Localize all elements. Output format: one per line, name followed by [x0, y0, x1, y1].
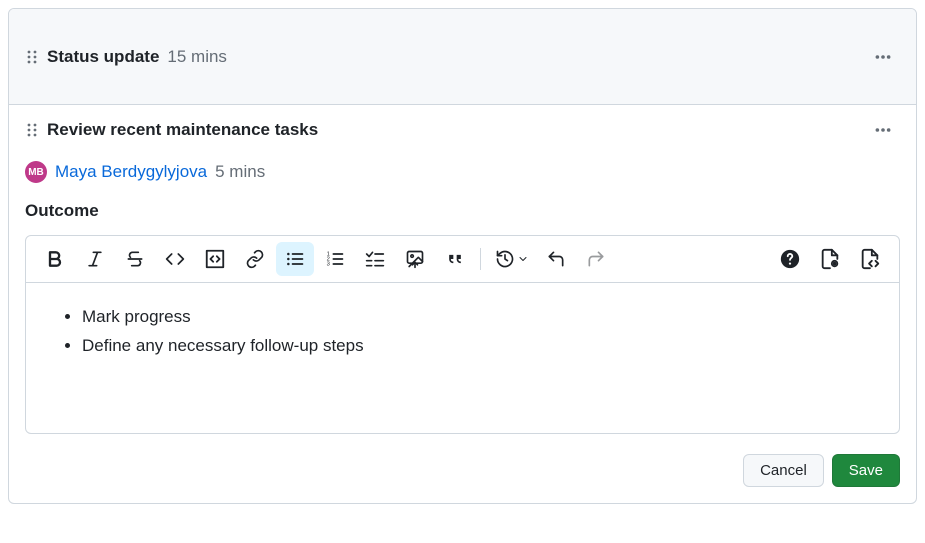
- item-duration: 5 mins: [215, 162, 265, 182]
- bullet-item: Mark progress: [82, 303, 869, 332]
- agenda-panel: Status update 15 mins Review recent main…: [8, 8, 917, 504]
- agenda-item-collapsed: Status update 15 mins: [9, 9, 916, 105]
- undo-button[interactable]: [537, 242, 575, 276]
- help-button[interactable]: [771, 242, 809, 276]
- cancel-button[interactable]: Cancel: [743, 454, 824, 487]
- item-title: Status update: [47, 47, 159, 67]
- item-menu-button[interactable]: [866, 44, 900, 70]
- avatar: MB: [25, 161, 47, 183]
- drag-handle-icon[interactable]: [25, 122, 39, 138]
- preview-button[interactable]: [811, 242, 849, 276]
- image-button[interactable]: [396, 242, 434, 276]
- editor-content[interactable]: Mark progress Define any necessary follo…: [26, 283, 899, 433]
- task-list-button[interactable]: [356, 242, 394, 276]
- rich-text-editor: 123: [25, 235, 900, 434]
- bold-button[interactable]: [36, 242, 74, 276]
- agenda-item-expanded: Review recent maintenance tasks MB Maya …: [9, 105, 916, 503]
- drag-handle-icon[interactable]: [25, 49, 39, 65]
- section-label: Outcome: [25, 201, 99, 221]
- quote-button[interactable]: [436, 242, 474, 276]
- inline-code-button[interactable]: [156, 242, 194, 276]
- link-button[interactable]: [236, 242, 274, 276]
- source-button[interactable]: [851, 242, 889, 276]
- item-menu-button[interactable]: [866, 117, 900, 143]
- assignee-row: MB Maya Berdygylyjova 5 mins: [25, 161, 900, 183]
- ordered-list-button[interactable]: 123: [316, 242, 354, 276]
- toolbar-separator: [480, 248, 481, 270]
- save-button[interactable]: Save: [832, 454, 900, 487]
- chevron-down-icon: [517, 253, 529, 265]
- editor-toolbar: 123: [26, 236, 899, 283]
- action-row: Cancel Save: [25, 454, 900, 487]
- bullet-item: Define any necessary follow-up steps: [82, 332, 869, 361]
- history-dropdown[interactable]: [487, 242, 535, 276]
- italic-button[interactable]: [76, 242, 114, 276]
- redo-button[interactable]: [577, 242, 615, 276]
- bullet-list-button[interactable]: [276, 242, 314, 276]
- code-block-button[interactable]: [196, 242, 234, 276]
- assignee-link[interactable]: Maya Berdygylyjova: [55, 162, 207, 182]
- svg-text:3: 3: [327, 262, 330, 268]
- strikethrough-button[interactable]: [116, 242, 154, 276]
- item-title: Review recent maintenance tasks: [47, 120, 318, 140]
- item-duration: 15 mins: [167, 47, 227, 67]
